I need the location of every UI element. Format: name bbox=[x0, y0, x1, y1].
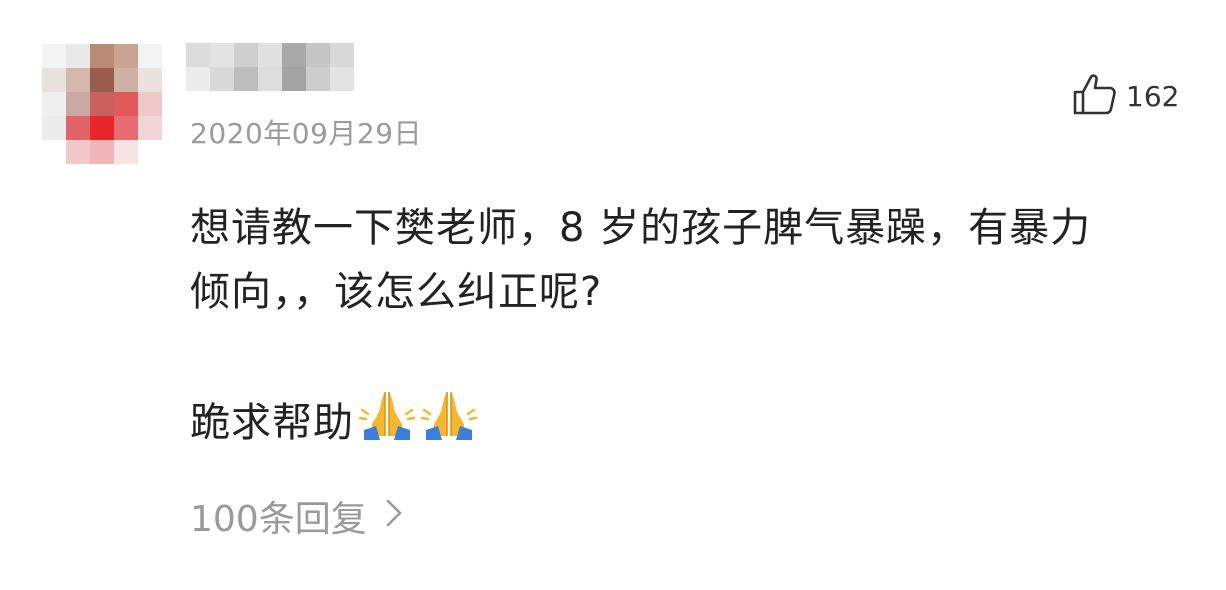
avatar[interactable] bbox=[42, 44, 162, 164]
comment-line: 想请教一下樊老师，8 岁的孩子脾气暴躁，有暴力 bbox=[190, 205, 1092, 251]
username-blurred[interactable] bbox=[186, 43, 354, 91]
folded-hands-emoji bbox=[358, 388, 416, 461]
comment-body: 想请教一下樊老师，8 岁的孩子脾气暴躁，有暴力 倾向，，该怎么纠正呢? 跪求帮助 bbox=[190, 196, 1190, 461]
comment-date: 2020年09月29日 bbox=[190, 117, 423, 150]
comment-line-text: 跪求帮助 bbox=[190, 400, 354, 446]
chevron-right-icon bbox=[385, 496, 403, 537]
like-button[interactable]: 162 bbox=[1072, 72, 1179, 120]
emoji-group bbox=[358, 388, 478, 461]
folded-hands-emoji bbox=[420, 388, 478, 461]
thumbs-up-icon bbox=[1072, 72, 1118, 120]
replies-link[interactable]: 100条回复 bbox=[190, 490, 403, 542]
comment-line: 跪求帮助 bbox=[190, 388, 1190, 461]
comment-card: 2020年09月29日 162 想请教一下樊老师，8 岁的孩子脾气暴躁，有暴力 … bbox=[0, 0, 1226, 590]
like-count: 162 bbox=[1126, 79, 1180, 113]
comment-line: 倾向，，该怎么纠正呢? bbox=[190, 269, 603, 315]
replies-count: 100条回复 bbox=[190, 499, 367, 540]
